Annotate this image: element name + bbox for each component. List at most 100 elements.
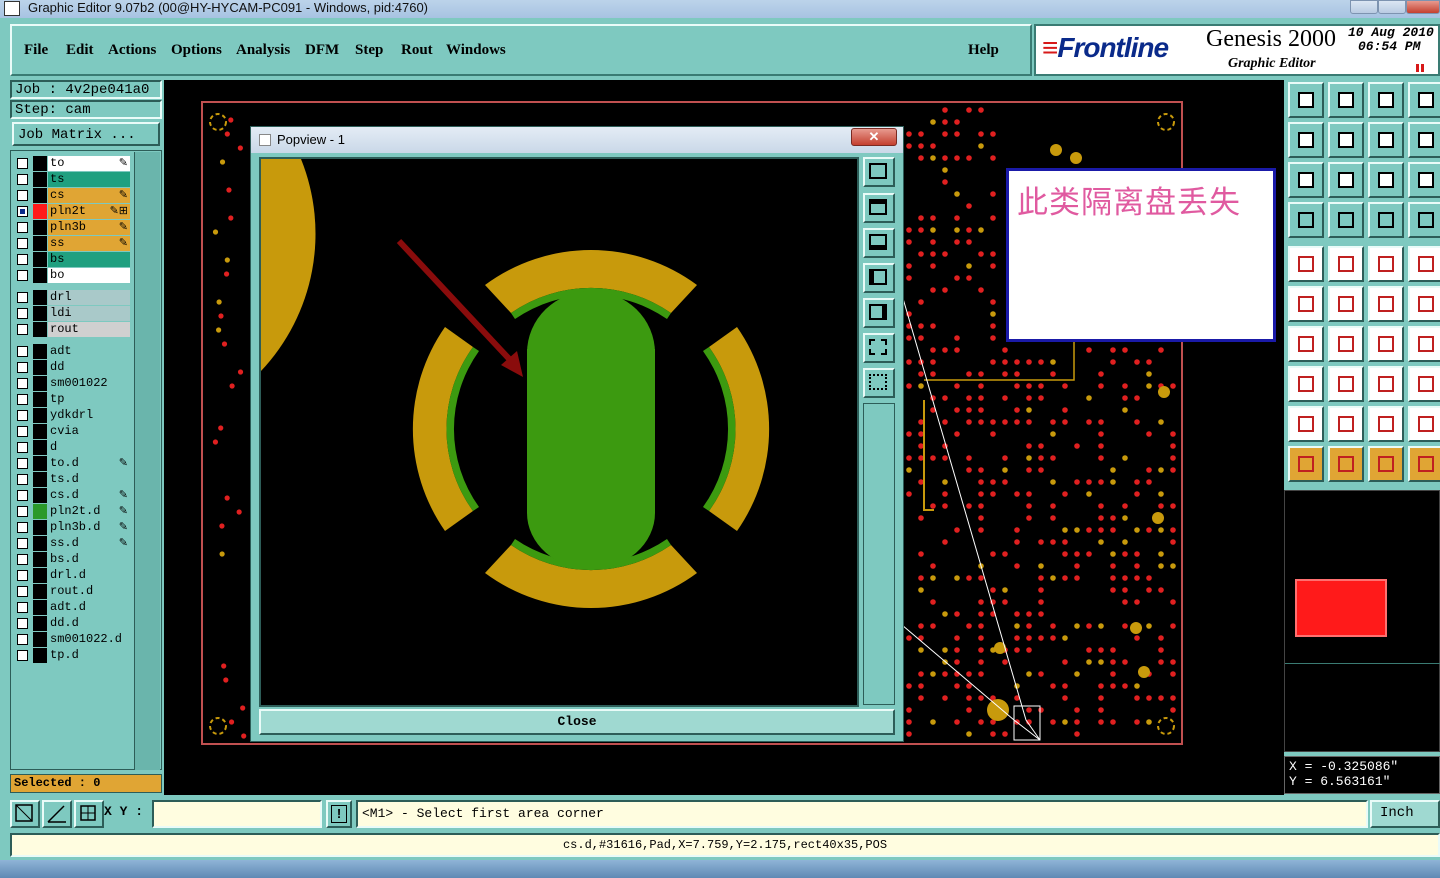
zoom-out-tool-button[interactable]: [1328, 162, 1364, 198]
layer-name[interactable]: rout: [48, 322, 130, 337]
layer-row-pln3b.d[interactable]: pln3b.d ✎: [12, 520, 132, 535]
layer-row-pln3b[interactable]: pln3b ✎: [12, 220, 132, 235]
layer-row-bs.d[interactable]: bs.d: [12, 552, 132, 567]
menu-step[interactable]: Step: [355, 42, 383, 59]
measure-tool-button[interactable]: [1288, 202, 1324, 238]
layer-checkbox[interactable]: [17, 346, 28, 357]
layer-color-swatch[interactable]: [33, 252, 47, 267]
layer-color-swatch[interactable]: [33, 376, 47, 391]
layer-checkbox[interactable]: [17, 362, 28, 373]
layer-row-ts.d[interactable]: ts.d: [12, 472, 132, 487]
job-matrix-button[interactable]: Job Matrix ...: [12, 122, 160, 146]
layer-color-swatch[interactable]: [33, 584, 47, 599]
layer-row-tp.d[interactable]: tp.d: [12, 648, 132, 663]
layer-scrollbar[interactable]: [134, 152, 160, 770]
add-line-tool-button[interactable]: [1288, 326, 1324, 362]
maximize-button[interactable]: [1378, 0, 1406, 14]
popview-pan-down-button[interactable]: [863, 228, 895, 258]
popview-pan-right-button[interactable]: [863, 298, 895, 328]
popview-zoom-home-button[interactable]: [863, 157, 895, 187]
window-close-button[interactable]: [1406, 0, 1440, 14]
layer-name[interactable]: bs.d: [48, 552, 130, 567]
layer-row-sm001022.d[interactable]: sm001022.d: [12, 632, 132, 647]
layer-color-swatch[interactable]: [33, 290, 47, 305]
popview-pan-up-button[interactable]: [863, 193, 895, 223]
menu-options[interactable]: Options: [171, 42, 222, 59]
layer-name[interactable]: to: [48, 156, 130, 171]
snap-red-tool-button[interactable]: [1368, 202, 1404, 238]
xy-input[interactable]: [152, 800, 322, 828]
route-tool-button[interactable]: [1408, 446, 1440, 482]
layer-color-swatch[interactable]: [33, 616, 47, 631]
layer-checkbox[interactable]: [17, 442, 28, 453]
layer-checkbox[interactable]: [17, 538, 28, 549]
zoom-ratio-tool-button[interactable]: [1368, 122, 1404, 158]
layer-name[interactable]: rout.d: [48, 584, 130, 599]
layer-checkbox[interactable]: [17, 324, 28, 335]
layer-color-swatch[interactable]: [33, 188, 47, 203]
layer-name[interactable]: dd: [48, 360, 130, 375]
layer-row-rout[interactable]: rout: [12, 322, 132, 337]
layer-color-swatch[interactable]: [33, 552, 47, 567]
layer-name[interactable]: ydkdrl: [48, 408, 130, 423]
layer-checkbox[interactable]: [17, 308, 28, 319]
layer-row-ts[interactable]: ts: [12, 172, 132, 187]
layer-row-ss.d[interactable]: ss.d ✎: [12, 536, 132, 551]
layer-name[interactable]: drl: [48, 290, 130, 305]
layer-row-bs[interactable]: bs: [12, 252, 132, 267]
layer-color-swatch[interactable]: [33, 306, 47, 321]
alert-button[interactable]: !: [326, 800, 352, 828]
layer-checkbox[interactable]: [17, 490, 28, 501]
layer-checkbox[interactable]: [17, 554, 28, 565]
layer-name[interactable]: sm001022: [48, 376, 130, 391]
layer-checkbox[interactable]: [17, 506, 28, 517]
layer-name[interactable]: pln3b: [48, 220, 130, 235]
snap-mode-button[interactable]: [10, 800, 40, 828]
layer-name[interactable]: sm001022.d: [48, 632, 130, 647]
layer-name[interactable]: ldi: [48, 306, 130, 321]
layer-color-swatch[interactable]: [33, 344, 47, 359]
layer-color-swatch[interactable]: [33, 156, 47, 171]
layer-color-swatch[interactable]: [33, 440, 47, 455]
layer-color-swatch[interactable]: [33, 648, 47, 663]
home-tool-button[interactable]: [1368, 82, 1404, 118]
layer-checkbox[interactable]: [17, 254, 28, 265]
layer-color-swatch[interactable]: [33, 204, 47, 219]
layer-checkbox[interactable]: [17, 586, 28, 597]
multi-tool-button[interactable]: [1408, 366, 1440, 402]
layer-checkbox[interactable]: [17, 206, 28, 217]
zoom-box-tool-button[interactable]: [1368, 366, 1404, 402]
menu-analysis[interactable]: Analysis: [236, 42, 290, 59]
select-pad-tool-button[interactable]: [1288, 246, 1324, 282]
layer-color-swatch[interactable]: [33, 360, 47, 375]
layer-name[interactable]: bo: [48, 268, 130, 283]
layer-color-swatch[interactable]: [33, 632, 47, 647]
menu-rout[interactable]: Rout: [401, 42, 433, 59]
layer-row-ldi[interactable]: ldi: [12, 306, 132, 321]
popview-pan-left-button[interactable]: [863, 263, 895, 293]
layer-name[interactable]: cs.d: [48, 488, 130, 503]
layer-row-cvia[interactable]: cvia: [12, 424, 132, 439]
ratio-1-2-tool-button[interactable]: [1368, 162, 1404, 198]
layer-color-swatch[interactable]: [33, 236, 47, 251]
align-tool-button[interactable]: [1288, 366, 1324, 402]
layer-checkbox[interactable]: [17, 522, 28, 533]
split-tool-button[interactable]: [1408, 326, 1440, 362]
ruler-bar-tool-button[interactable]: [1328, 366, 1364, 402]
popview-canvas[interactable]: [259, 157, 859, 707]
layer-checkbox[interactable]: [17, 174, 28, 185]
zoom-home-tool-button[interactable]: [1288, 82, 1324, 118]
text-tool-button[interactable]: [1368, 406, 1404, 442]
menu-help[interactable]: Help: [968, 42, 999, 59]
layer-row-pln2t[interactable]: pln2t ✎⊞: [12, 204, 132, 219]
draw-line-tool-button[interactable]: [1328, 326, 1364, 362]
add-pad-tool-button[interactable]: [1288, 286, 1324, 322]
layer-name[interactable]: d: [48, 440, 130, 455]
layer-row-cs[interactable]: cs ✎: [12, 188, 132, 203]
layer-color-swatch[interactable]: [33, 268, 47, 283]
layer-color-swatch[interactable]: [33, 488, 47, 503]
layer-name[interactable]: tp: [48, 392, 130, 407]
layer-name[interactable]: ss.d: [48, 536, 130, 551]
layer-color-swatch[interactable]: [33, 456, 47, 471]
layer-checkbox[interactable]: [17, 426, 28, 437]
